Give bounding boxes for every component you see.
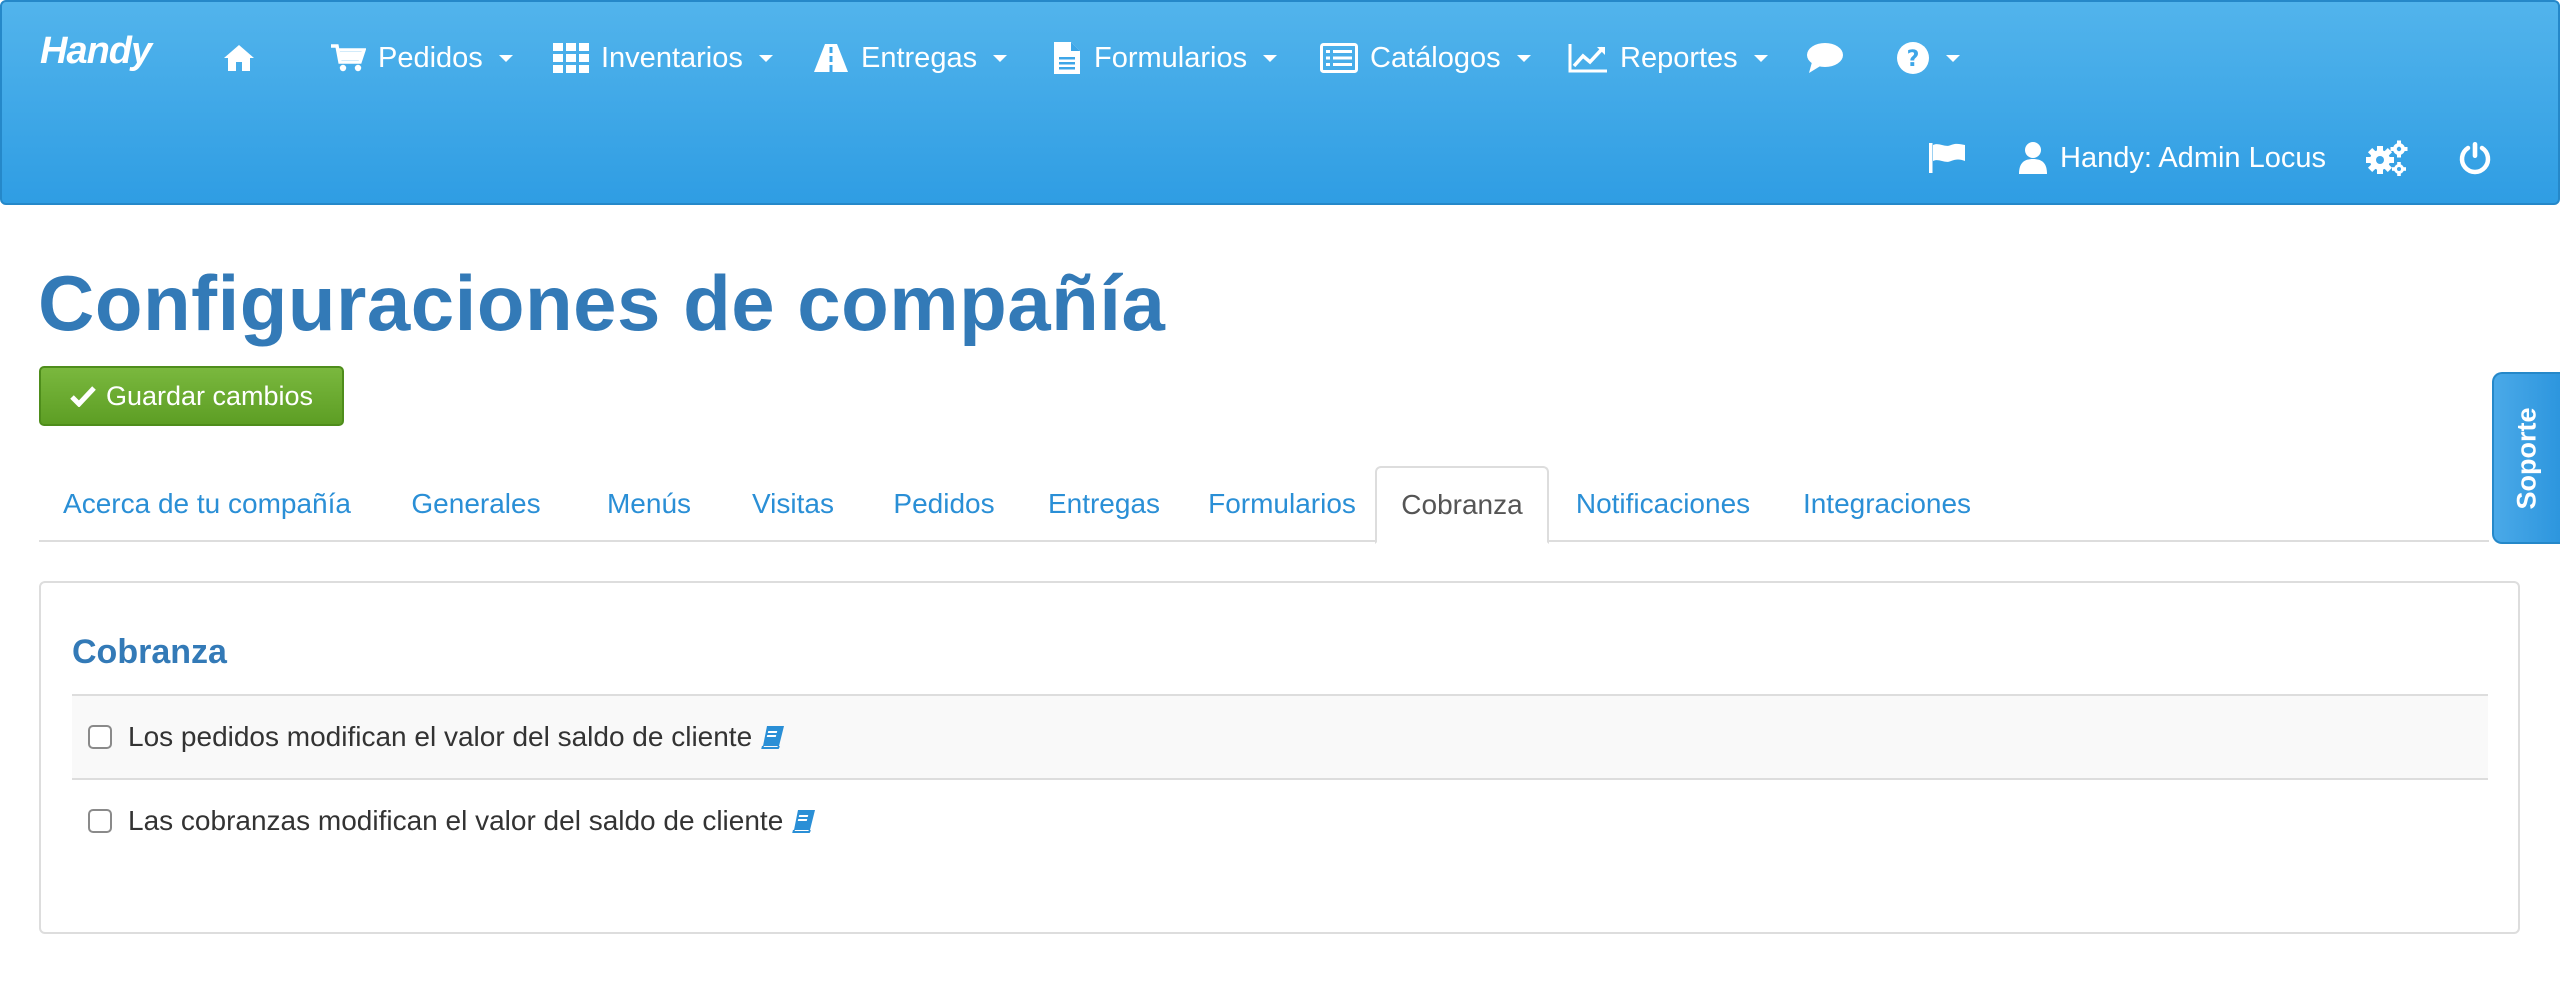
caret-down-icon [1753, 54, 1768, 62]
user-name-label: Handy: Admin Locus [2060, 141, 2326, 174]
tab-notificaciones[interactable]: Notificaciones [1549, 466, 1777, 542]
power-icon [2459, 142, 2491, 175]
tab-acerca[interactable]: Acerca de tu compañía [39, 466, 375, 542]
nav-formularios[interactable]: Formularios [1052, 32, 1278, 84]
nav-logout[interactable] [2458, 132, 2492, 184]
nav-catalogos-label: Catálogos [1370, 41, 1501, 74]
gears-icon [2366, 140, 2408, 176]
nav-entregas[interactable]: Entregas [813, 32, 1008, 84]
tab-entregas[interactable]: Entregas [1023, 466, 1185, 542]
nav-reportes-label: Reportes [1620, 41, 1738, 74]
tab-generales[interactable]: Generales [375, 466, 577, 542]
caret-down-icon [758, 54, 773, 62]
line-chart-icon [1568, 44, 1607, 73]
brand-logo[interactable]: Handy [40, 30, 152, 73]
option-row: Las cobranzas modifican el valor del sal… [72, 778, 2488, 862]
cobranza-panel: Cobranza Los pedidos modifican el valor … [39, 581, 2520, 934]
road-icon [814, 44, 848, 72]
nav-reportes[interactable]: Reportes [1568, 32, 1768, 84]
nav-inventarios[interactable]: Inventarios [553, 32, 773, 84]
check-icon [70, 386, 96, 407]
user-icon [2019, 142, 2047, 174]
tab-formularios[interactable]: Formularios [1185, 466, 1379, 542]
orders-modify-balance-checkbox[interactable] [88, 725, 112, 749]
top-navbar: Handy Pedidos Inventarios Entregas Formu… [0, 0, 2560, 205]
option-label: Los pedidos modifican el valor del saldo… [128, 721, 753, 752]
tab-integraciones[interactable]: Integraciones [1777, 466, 1997, 542]
flag-icon [1929, 143, 1965, 173]
save-changes-label: Guardar cambios [105, 380, 314, 411]
option-row: Los pedidos modifican el valor del saldo… [72, 694, 2488, 778]
file-icon [1054, 42, 1080, 74]
caret-down-icon [1263, 54, 1278, 62]
save-changes-button[interactable]: Guardar cambios [39, 366, 344, 426]
nav-pedidos[interactable]: Pedidos [330, 32, 513, 84]
grid-icon [553, 43, 589, 73]
nav-chat[interactable] [1806, 32, 1844, 84]
caret-down-icon [1946, 54, 1960, 62]
tab-pedidos[interactable]: Pedidos [865, 466, 1023, 542]
svg-text:?: ? [1907, 47, 1920, 72]
tab-visitas[interactable]: Visitas [721, 466, 865, 542]
tab-cobranza[interactable]: Cobranza [1375, 466, 1549, 544]
caret-down-icon [498, 54, 513, 62]
nav-user[interactable]: Handy: Admin Locus [2018, 132, 2326, 184]
nav-entregas-label: Entregas [861, 41, 978, 74]
nav-formularios-label: Formularios [1094, 41, 1248, 74]
nav-help[interactable]: ? [1896, 32, 1960, 84]
list-icon [1320, 43, 1358, 73]
payments-modify-balance-checkbox[interactable] [88, 809, 112, 833]
book-icon[interactable] [791, 808, 817, 834]
panel-title: Cobranza [72, 633, 227, 671]
support-tab[interactable]: Soporte [2492, 372, 2560, 544]
page-title: Configuraciones de compañía [38, 259, 1166, 347]
option-label: Las cobranzas modifican el valor del sal… [128, 805, 784, 836]
settings-tabs: Acerca de tu compañía Generales Menús Vi… [39, 466, 2489, 544]
nav-pedidos-label: Pedidos [378, 41, 483, 74]
nav-flag[interactable] [1928, 132, 1966, 184]
home-icon [224, 45, 254, 71]
book-icon[interactable] [760, 724, 786, 750]
nav-inventarios-label: Inventarios [601, 41, 743, 74]
nav-catalogos[interactable]: Catálogos [1320, 32, 1531, 84]
cart-icon [331, 44, 366, 72]
tab-menus[interactable]: Menús [577, 466, 721, 542]
caret-down-icon [993, 54, 1008, 62]
caret-down-icon [1516, 54, 1531, 62]
support-label: Soporte [2511, 406, 2542, 510]
chat-icon [1807, 43, 1843, 73]
nav-home[interactable] [222, 32, 256, 84]
question-circle-icon: ? [1897, 42, 1929, 74]
nav-settings[interactable] [2366, 132, 2408, 184]
